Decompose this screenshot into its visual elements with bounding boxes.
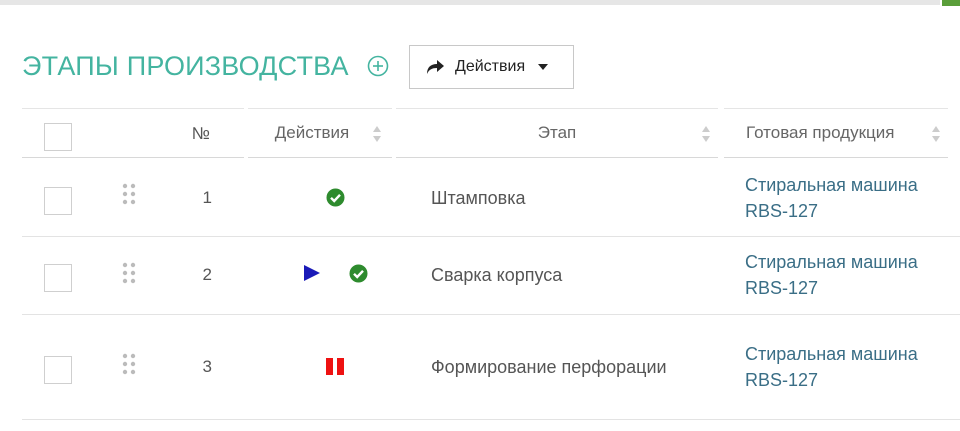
row-number: 1 — [202, 188, 212, 207]
row-number: 3 — [202, 357, 212, 376]
header-actions-label: Действия — [274, 123, 350, 142]
share-arrow-icon — [425, 58, 445, 76]
stage-name: Формирование перфорации — [431, 357, 667, 377]
product-link[interactable]: Стиральная машина RBS-127 — [745, 341, 945, 393]
header-cell-select: № — [22, 108, 244, 158]
header-product[interactable]: Готовая продукция — [724, 108, 948, 158]
row-checkbox[interactable] — [44, 264, 72, 292]
header-number: № — [191, 124, 210, 143]
header-stage[interactable]: Этап — [396, 108, 718, 158]
header-product-label: Готовая продукция — [746, 123, 895, 142]
table-row[interactable]: 2 Сварка корпуса Стиральная машина RBS-1… — [22, 237, 960, 315]
product-link[interactable]: Стиральная машина RBS-127 — [745, 249, 945, 301]
page-title: ЭТАПЫ ПРОИЗВОДСТВА — [22, 50, 349, 81]
header-stage-label: Этап — [537, 123, 577, 142]
table-row[interactable]: 1 Штамповка Стиральная машина RBS-127 — [22, 158, 960, 237]
caret-down-icon — [537, 63, 549, 71]
sort-icon[interactable] — [931, 124, 941, 144]
page-header: ЭТАПЫ ПРОИЗВОДСТВА — [22, 44, 389, 88]
select-all-checkbox[interactable] — [44, 123, 72, 151]
stage-name: Штамповка — [431, 188, 526, 208]
play-icon[interactable] — [303, 264, 321, 282]
table-row[interactable]: 3 Формирование перфорации Стиральная маш… — [22, 315, 960, 420]
add-circle-icon[interactable] — [367, 55, 389, 77]
drag-handle-icon[interactable] — [122, 353, 136, 375]
pause-icon[interactable] — [325, 357, 345, 376]
top-strip — [0, 0, 940, 5]
actions-dropdown-label: Действия — [455, 58, 526, 75]
sort-icon[interactable] — [372, 124, 382, 144]
check-circle-icon[interactable] — [326, 188, 345, 207]
drag-handle-icon[interactable] — [122, 183, 136, 205]
drag-handle-icon[interactable] — [122, 262, 136, 284]
row-number: 2 — [202, 265, 212, 284]
check-circle-icon[interactable] — [349, 264, 368, 283]
row-checkbox[interactable] — [44, 356, 72, 384]
corner-accent — [942, 0, 960, 6]
product-link[interactable]: Стиральная машина RBS-127 — [745, 172, 945, 224]
row-checkbox[interactable] — [44, 187, 72, 215]
stage-name: Сварка корпуса — [431, 265, 563, 285]
actions-dropdown-button[interactable]: Действия — [409, 45, 574, 89]
sort-icon[interactable] — [701, 124, 711, 144]
header-actions[interactable]: Действия — [248, 108, 392, 158]
